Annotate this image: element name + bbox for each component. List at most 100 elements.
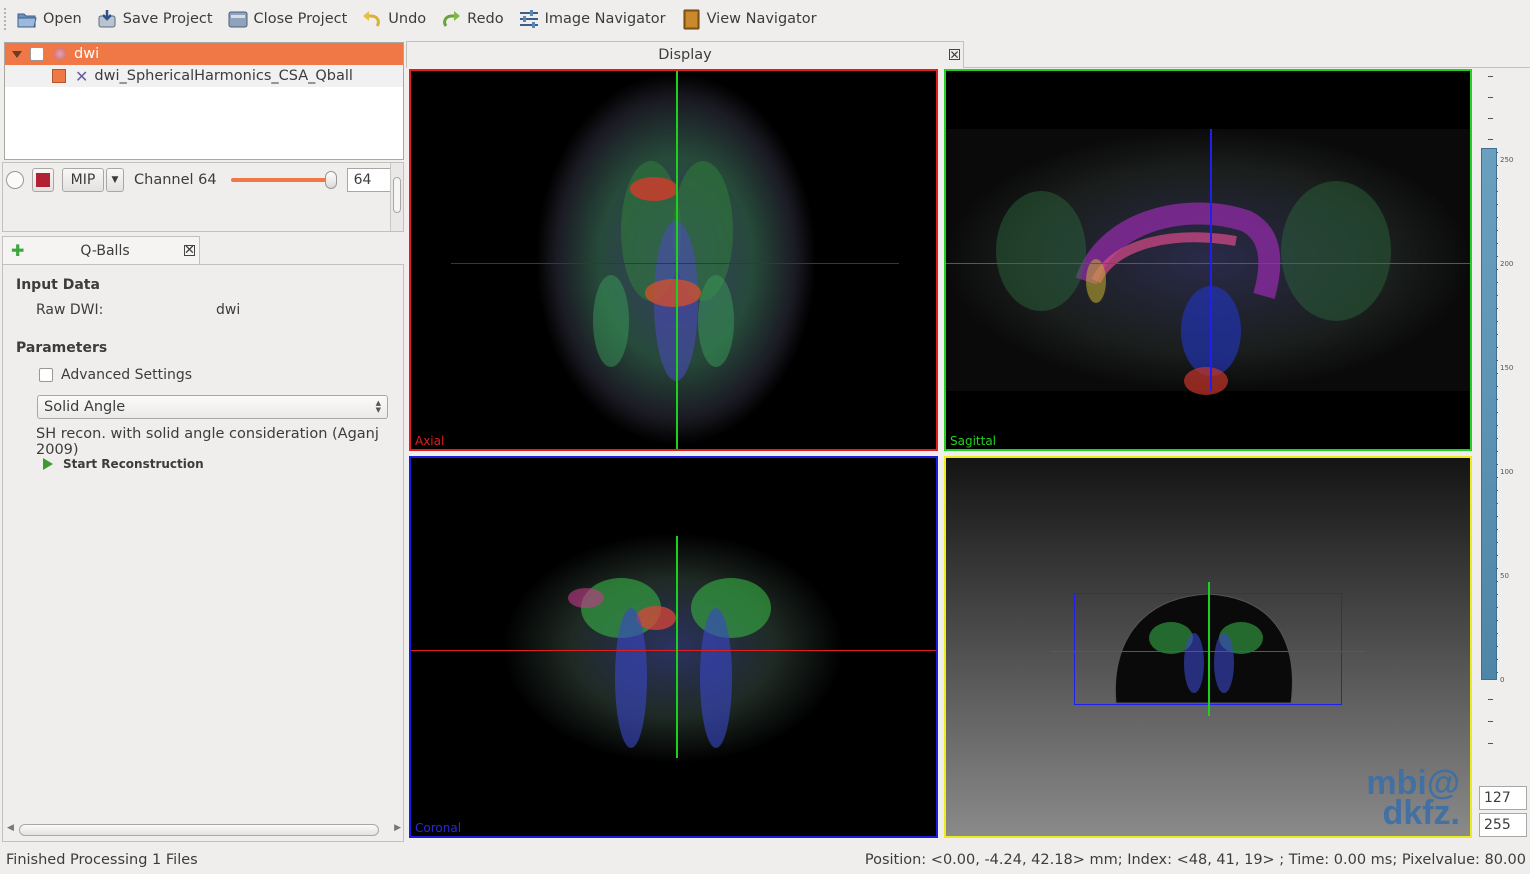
tree-item-dwi[interactable]: dwi [5,43,403,65]
select-arrows-icon: ▲ ▼ [375,399,381,414]
undo-button[interactable]: Undo [361,4,426,34]
undo-label: Undo [388,11,427,27]
sagittal-image [946,129,1470,395]
tab-display[interactable]: Display ✕ [406,41,964,68]
data-manager-tree[interactable]: dwi ✕ dwi_SphericalHarmonics_CSA_Qball [4,42,404,160]
advanced-settings-checkbox[interactable] [39,368,53,382]
view-navigator-button[interactable]: View Navigator [680,4,817,34]
scroll-right-icon[interactable]: ▶ [394,823,401,833]
redo-label: Redo [467,11,504,27]
color-swatch[interactable] [52,69,66,83]
display-tab-strip-line [964,67,1530,68]
undo-icon [361,8,383,30]
axial-view[interactable]: Axial [409,69,938,451]
scale-tick [1488,699,1493,700]
coronal-image [503,533,843,763]
advanced-settings-label: Advanced Settings [61,367,193,383]
mip-dropdown-button[interactable]: ▼ [106,168,124,192]
scale-tick [1488,721,1493,722]
expand-arrow-icon[interactable] [12,50,22,58]
tab-label: Q-Balls [80,242,130,259]
redo-icon [440,8,462,30]
scale-tick [1488,118,1493,119]
scale-label: 50 [1500,572,1509,580]
tree-item-label: dwi_SphericalHarmonics_CSA_Qball [94,68,353,84]
display-tab-label: Display [658,47,712,63]
scale-label: 200 [1500,260,1514,268]
status-message: Finished Processing 1 Files [6,852,198,868]
crosshair-horizontal [451,263,899,264]
toolbar-grip[interactable] [4,8,10,30]
mip-button[interactable]: MIP [62,168,104,192]
method-description: SH recon. with solid angle consideration… [36,426,379,458]
dwi-node-icon [54,48,66,60]
image-navigator-button[interactable]: Image Navigator [518,4,666,34]
crosshair-horizontal [411,650,936,651]
book-icon [680,8,702,30]
close-project-icon [227,8,249,30]
save-project-icon [96,8,118,30]
crosshair-vertical [676,536,678,758]
3d-view[interactable]: mbi@ dkfz. [944,456,1472,838]
level-input[interactable]: 127 [1479,786,1527,810]
save-project-button[interactable]: Save Project [96,4,213,34]
scale-label: 150 [1500,364,1514,372]
mip-label: MIP [70,172,96,188]
redo-button[interactable]: Redo [440,4,504,34]
coronal-view[interactable]: Coronal [409,456,938,838]
crosshair-vertical [676,71,678,449]
reconstruction-method-select[interactable]: Solid Angle ▲ ▼ [37,395,388,419]
start-reconstruction-button[interactable]: Start Reconstruction [43,457,204,471]
level-window-widget[interactable]: 250 200 150 100 50 0 127 255 [1476,66,1530,846]
crosshair-horizontal [946,263,1470,264]
scale-label: 0 [1500,676,1505,684]
save-project-label: Save Project [122,11,213,27]
reset-icon[interactable] [6,171,24,189]
scale-tick [1488,139,1493,140]
visibility-checkbox[interactable] [30,47,44,61]
left-panel: dwi ✕ dwi_SphericalHarmonics_CSA_Qball M… [2,40,404,842]
props-vscroll[interactable] [390,163,403,231]
axial-view-label: Axial [415,434,445,448]
scale-tick [1488,76,1493,77]
image-properties-bar: MIP ▼ Channel 64 64 ▲▼ [2,162,404,232]
level-window-bar[interactable] [1481,148,1497,680]
channel-spinbox-value: 64 [353,172,372,188]
colormap-button[interactable] [32,168,54,192]
coronal-view-label: Coronal [415,821,462,835]
open-label: Open [43,11,82,27]
parameters-heading: Parameters [16,340,108,356]
panel-hscroll[interactable]: ◀ ▶ [7,823,401,837]
raw-dwi-value: dwi [216,302,241,318]
window-input[interactable]: 255 [1479,813,1527,837]
close-project-button[interactable]: Close Project [227,4,347,34]
level-value: 127 [1484,790,1511,806]
tree-item-qball[interactable]: ✕ dwi_SphericalHarmonics_CSA_Qball [5,65,403,87]
channel-slider[interactable] [230,171,337,189]
mbi-dkfz-logo: mbi@ dkfz. [1366,764,1460,832]
raw-dwi-label: Raw DWI: [36,302,104,318]
start-button-label: Start Reconstruction [63,457,204,471]
q-balls-panel: Input Data Raw DWI: dwi Parameters Advan… [2,264,404,842]
channel-label: Channel 64 [134,172,217,188]
axial-image [536,73,816,445]
sagittal-view[interactable]: Sagittal [944,69,1472,451]
sliders-icon [518,8,540,30]
crosshair-vertical [1210,129,1212,391]
select-value: Solid Angle [44,399,126,415]
status-bar: Finished Processing 1 Files Position: <0… [0,846,1530,874]
qball-node-icon: ✕ [75,66,89,86]
close-tab-icon[interactable]: ✕ [184,244,195,257]
view-navigator-label: View Navigator [706,11,817,27]
scroll-thumb[interactable] [19,824,379,836]
open-button[interactable]: Open [16,4,82,34]
plugin-icon: ✚ [11,241,25,260]
input-data-heading: Input Data [16,277,100,293]
crosshair-vertical [1208,582,1210,716]
close-tab-icon[interactable]: ✕ [949,49,960,61]
tab-q-balls[interactable]: ✚ Q-Balls ✕ [2,236,200,264]
scroll-left-icon[interactable]: ◀ [7,823,14,833]
position-readout: Position: <0.00, -4.24, 42.18> mm; Index… [864,852,1526,868]
advanced-settings-row[interactable]: Advanced Settings [39,367,192,383]
channel-slider-handle[interactable] [324,171,337,189]
